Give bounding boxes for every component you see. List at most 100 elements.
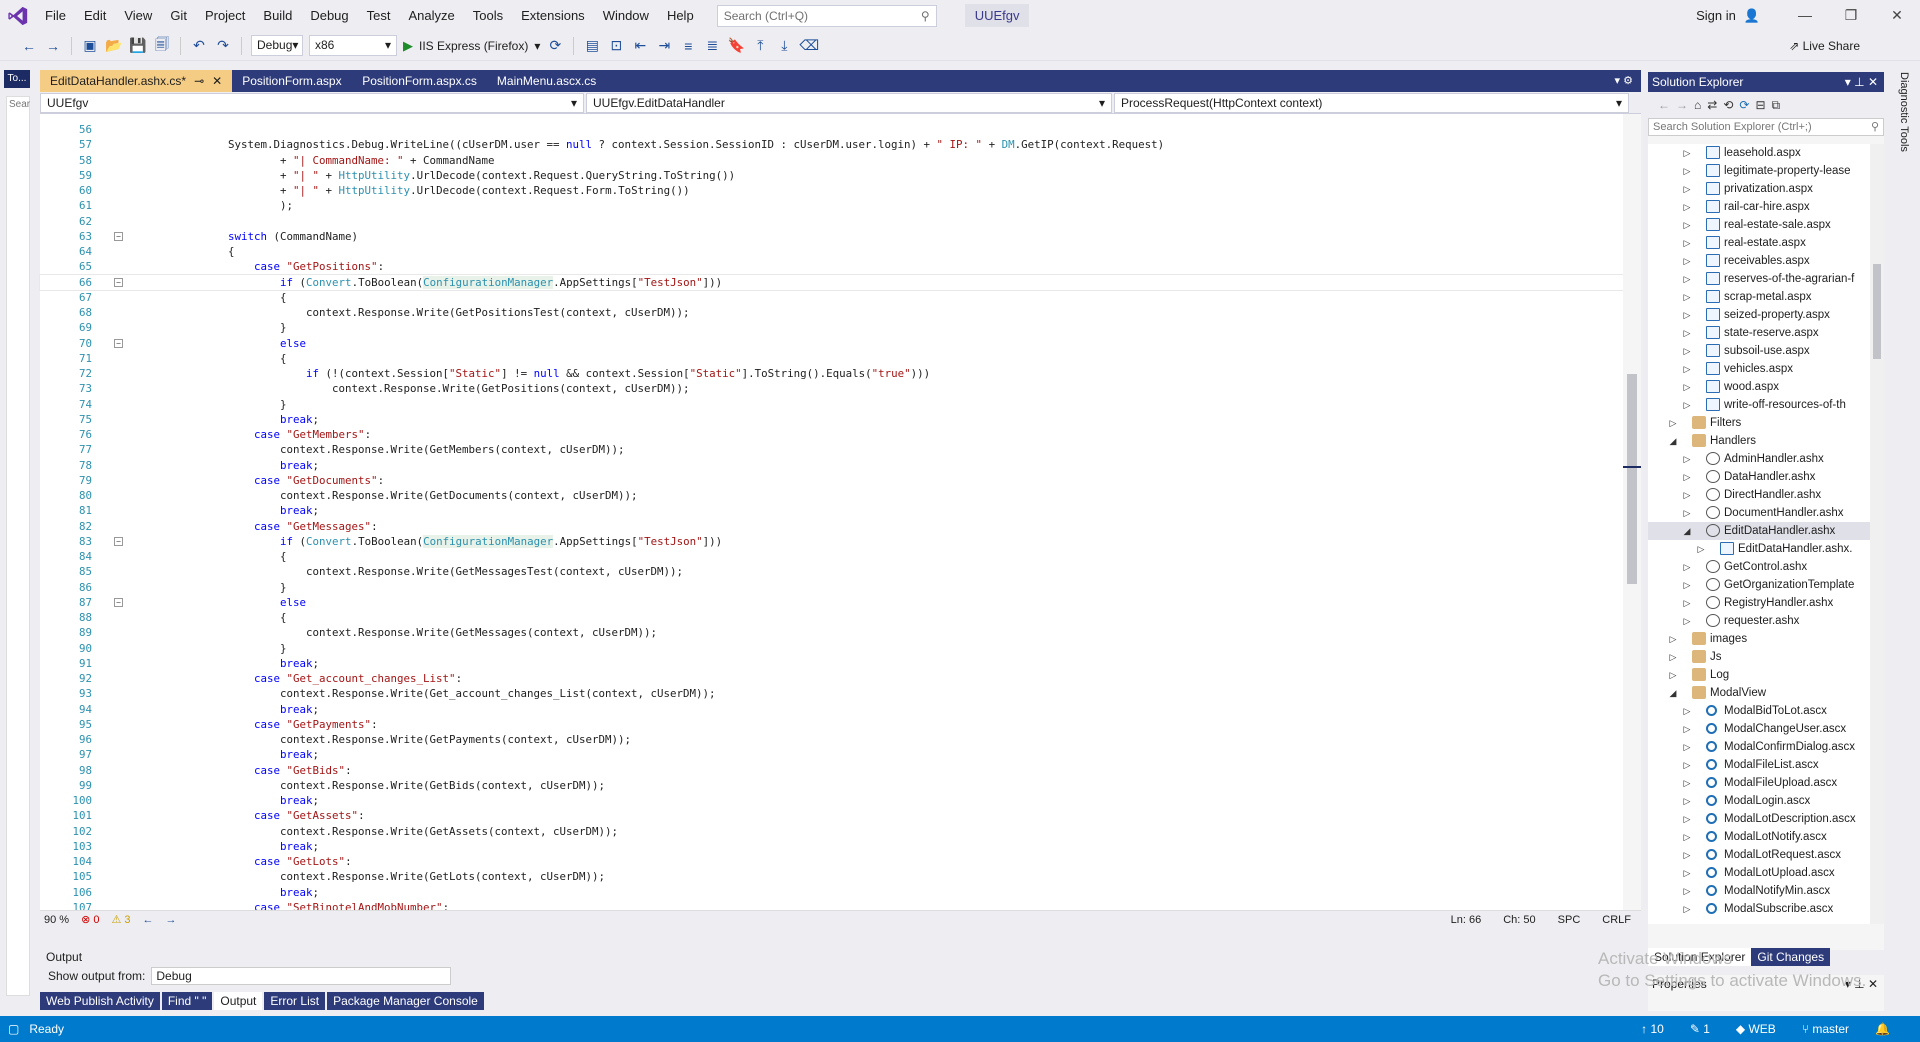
code-line[interactable]: 61 ); [40, 198, 1623, 213]
toolbox-tab[interactable]: To... [4, 70, 30, 88]
class-nav-select[interactable]: UUEfgv.EditDataHandler ▾ [586, 92, 1112, 113]
collapsed-arrow-icon[interactable]: ▷ [1682, 234, 1692, 252]
code-line[interactable]: 85 context.Response.Write(GetMessagesTes… [40, 564, 1623, 579]
expanded-arrow-icon[interactable]: ◢ [1682, 522, 1692, 540]
home-icon[interactable]: ⌂ [1694, 98, 1701, 112]
collapsed-arrow-icon[interactable]: ▷ [1682, 162, 1692, 180]
code-line[interactable]: 89 context.Response.Write(GetMessages(co… [40, 625, 1623, 640]
collapsed-arrow-icon[interactable]: ▷ [1682, 486, 1692, 504]
indent-icon[interactable]: ⇤ [631, 37, 649, 54]
screenshot-icon[interactable]: ⊡ [607, 37, 625, 54]
code-line[interactable]: 86 } [40, 580, 1623, 595]
bottom-tab[interactable]: Package Manager Console [327, 992, 484, 1010]
collapsed-arrow-icon[interactable]: ▷ [1682, 738, 1692, 756]
forward-icon[interactable]: → [1676, 98, 1688, 112]
collapsed-arrow-icon[interactable]: ▷ [1682, 396, 1692, 414]
collapsed-arrow-icon[interactable]: ▷ [1682, 576, 1692, 594]
menu-item[interactable]: Edit [75, 0, 115, 31]
collapsed-arrow-icon[interactable]: ▷ [1682, 198, 1692, 216]
fold-toggle-icon[interactable]: − [114, 338, 123, 348]
collapsed-arrow-icon[interactable]: ▷ [1682, 180, 1692, 198]
close-icon[interactable]: ✕ [212, 70, 222, 92]
save-all-icon[interactable]: 🗐 [153, 34, 171, 58]
code-line[interactable]: 70 − else [40, 336, 1623, 351]
code-line[interactable]: 103 break; [40, 839, 1623, 854]
tree-item[interactable]: ▷ subsoil-use.aspx [1648, 342, 1870, 360]
tree-item[interactable]: ▷ ModalNotifyMin.ascx [1648, 882, 1870, 900]
tab-overflow-icon[interactable]: ▾ ⚙ [1615, 70, 1641, 92]
code-line[interactable]: 94 break; [40, 702, 1623, 717]
next-bookmark-icon[interactable]: ⤓ [775, 37, 793, 54]
code-line[interactable]: 99 context.Response.Write(GetBids(contex… [40, 778, 1623, 793]
back-icon[interactable]: ← [1658, 98, 1670, 112]
undo-icon[interactable]: ↶ [190, 37, 208, 54]
nav-forward-icon[interactable]: → [166, 914, 177, 926]
live-share-button[interactable]: ⇗ Live Share [1789, 39, 1860, 53]
collapsed-arrow-icon[interactable]: ▷ [1682, 216, 1692, 234]
show-all-files-icon[interactable]: ⧉ [1772, 98, 1781, 113]
collapse-all-icon[interactable]: ⊟ [1755, 98, 1765, 112]
back-icon[interactable]: ← [20, 38, 38, 54]
code-line[interactable]: 64 { [40, 244, 1623, 259]
code-line[interactable]: 82 case "GetMessages": [40, 519, 1623, 534]
collapsed-arrow-icon[interactable]: ▷ [1682, 558, 1692, 576]
tree-item[interactable]: ▷ ModalLotNotify.ascx [1648, 828, 1870, 846]
document-tab[interactable]: MainMenu.ascx.cs [487, 70, 607, 92]
sync-icon[interactable]: ⟳ [1739, 98, 1749, 112]
code-line[interactable]: 96 context.Response.Write(GetPayments(co… [40, 732, 1623, 747]
pending-push-indicator[interactable]: ↑ 10 [1641, 1022, 1664, 1036]
code-line[interactable]: 102 context.Response.Write(GetAssets(con… [40, 824, 1623, 839]
collapsed-arrow-icon[interactable]: ▷ [1682, 792, 1692, 810]
code-line[interactable]: 65 case "GetPositions": [40, 259, 1623, 274]
open-folder-icon[interactable]: 📂 [105, 37, 123, 54]
configuration-select[interactable]: Debug ▾ [251, 35, 303, 56]
tree-item[interactable]: ▷ leasehold.aspx [1648, 144, 1870, 162]
menu-item[interactable]: View [115, 0, 161, 31]
menu-item[interactable]: Tools [464, 0, 512, 31]
collapsed-arrow-icon[interactable]: ▷ [1682, 468, 1692, 486]
collapsed-arrow-icon[interactable]: ▷ [1682, 828, 1692, 846]
code-line[interactable]: 90 } [40, 641, 1623, 656]
tree-item[interactable]: ◢ Handlers [1648, 432, 1870, 450]
code-line[interactable]: 67 { [40, 290, 1623, 305]
collapsed-arrow-icon[interactable]: ▷ [1682, 450, 1692, 468]
code-line[interactable]: 104 case "GetLots": [40, 854, 1623, 869]
code-line[interactable]: 63 − switch (CommandName) [40, 229, 1623, 244]
bottom-tab[interactable]: Output [214, 992, 263, 1010]
menu-item[interactable]: Build [254, 0, 301, 31]
code-line[interactable]: 56 [40, 122, 1623, 137]
tree-item[interactable]: ▷ RegistryHandler.ashx [1648, 594, 1870, 612]
prev-bookmark-icon[interactable]: ⤒ [751, 37, 769, 54]
tree-item[interactable]: ▷ Log [1648, 666, 1870, 684]
code-line[interactable]: 93 context.Response.Write(Get_account_ch… [40, 686, 1623, 701]
collapsed-arrow-icon[interactable]: ▷ [1682, 882, 1692, 900]
tree-item[interactable]: ▷ Filters [1648, 414, 1870, 432]
new-item-icon[interactable]: ▣ [81, 37, 99, 54]
code-line[interactable]: 71 { [40, 351, 1623, 366]
indent-mode[interactable]: SPC [1558, 914, 1581, 926]
menu-item[interactable]: Window [594, 0, 658, 31]
save-icon[interactable]: 💾 [129, 37, 147, 54]
signin-area[interactable]: Sign in 👤 [1696, 8, 1760, 24]
collapsed-arrow-icon[interactable]: ▷ [1682, 252, 1692, 270]
collapsed-arrow-icon[interactable]: ▷ [1668, 666, 1678, 684]
expanded-arrow-icon[interactable]: ◢ [1668, 684, 1678, 702]
code-lines[interactable]: 56 57 System.Diagnostics.Debug.WriteLine((… [39, 122, 1624, 930]
collapsed-arrow-icon[interactable]: ▷ [1668, 648, 1678, 666]
fold-toggle-icon[interactable]: − [114, 231, 123, 241]
menu-item[interactable]: Git [161, 0, 196, 31]
code-line[interactable]: 100 break; [40, 793, 1623, 808]
visual-studio-logo-icon[interactable] [0, 0, 36, 31]
history-icon[interactable]: ⟲ [1723, 98, 1733, 112]
uncomment-icon[interactable]: ≣ [703, 37, 721, 54]
scroll-thumb[interactable] [1627, 374, 1637, 584]
code-line[interactable]: 75 break; [40, 412, 1623, 427]
expanded-arrow-icon[interactable]: ◢ [1668, 432, 1678, 450]
menu-item[interactable]: File [36, 0, 75, 31]
code-line[interactable]: 78 break; [40, 458, 1623, 473]
code-line[interactable]: 88 { [40, 610, 1623, 625]
tree-item[interactable]: ▷ state-reserve.aspx [1648, 324, 1870, 342]
pending-changes-indicator[interactable]: ✎ 1 [1690, 1022, 1710, 1036]
tree-item[interactable]: ▷ rail-car-hire.aspx [1648, 198, 1870, 216]
tree-item[interactable]: ▷ legitimate-property-lease [1648, 162, 1870, 180]
